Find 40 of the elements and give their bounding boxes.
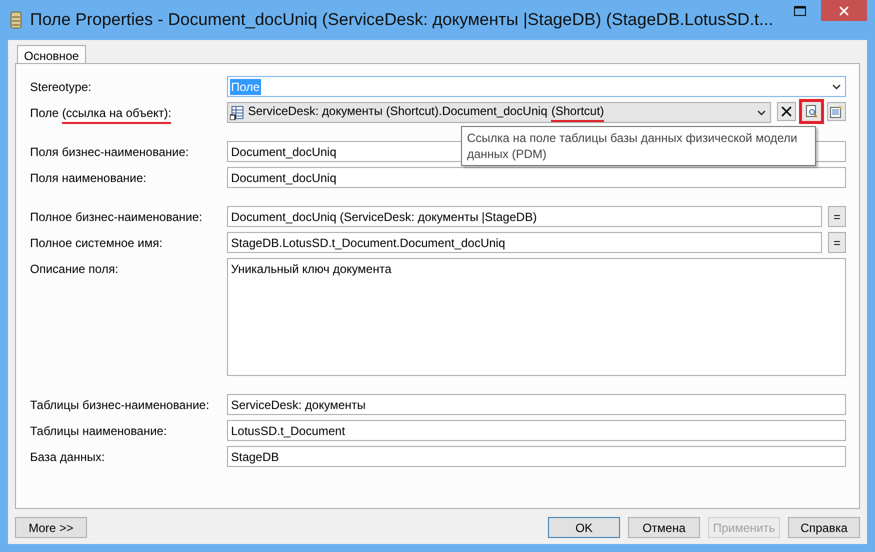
table-shortcut-icon [230,106,244,120]
chevron-down-icon[interactable] [832,84,841,90]
field-label: Полное системное имя: [30,235,164,250]
text-field[interactable]: StageDB.LotusSD.t_Document.Document_docUniq [227,232,822,253]
close-button[interactable] [821,0,867,21]
find-button[interactable] [799,99,824,124]
window-title: Поле Properties - Document_docUniq (ServiceDesk: документы |StageDB) (StageDB.LotusSD.t... [30,10,774,30]
equals-button[interactable]: = [828,232,846,253]
dialog-button[interactable]: OK [548,517,620,538]
object-dropdown[interactable]: ServiceDesk: документы (Shortcut).Document_docUniq (Shortcut) [227,102,771,123]
text-field[interactable]: StageDB [227,446,846,467]
more-button[interactable]: More >> [15,517,87,538]
app-icon [10,11,22,29]
maximize-icon[interactable] [794,6,806,16]
field-label: Таблицы наименование: [30,423,168,438]
dialog-button[interactable]: Отмена [628,517,700,538]
close-icon [839,6,849,16]
text-field[interactable]: Document_docUniq [227,167,846,188]
tooltip: Ссылка на поле таблицы базы данных физической модели данных (PDM) [461,126,816,166]
field-label: Полное бизнес-наименование: [30,209,204,224]
description-area[interactable]: Уникальный ключ документа [227,258,846,376]
field-label: Описание поля: [30,261,120,276]
field-label: Таблицы бизнес-наименование: [30,397,210,412]
text-field[interactable]: Document_docUniq (ServiceDesk: документы |StageDB) [227,206,822,227]
field-label: Поля наименование: [30,170,148,185]
field-label: Stereotype: [30,79,92,94]
properties-icon [830,105,843,118]
stereotype-value: Поле [230,78,261,94]
field-label: База данных: [30,449,106,464]
tab[interactable]: Основное [17,45,86,64]
equals-button[interactable]: = [828,206,846,227]
properties-button[interactable] [827,102,846,121]
clear-button[interactable] [777,102,796,121]
dialog-button[interactable]: Справка [788,517,860,538]
close-icon [781,106,792,117]
chevron-down-icon[interactable] [757,110,766,116]
text-field[interactable]: LotusSD.t_Document [227,420,846,441]
magnifier-icon [806,105,818,118]
text-field[interactable]: ServiceDesk: документы [227,394,846,415]
field-label: Поля бизнес-наименование: [30,144,190,159]
